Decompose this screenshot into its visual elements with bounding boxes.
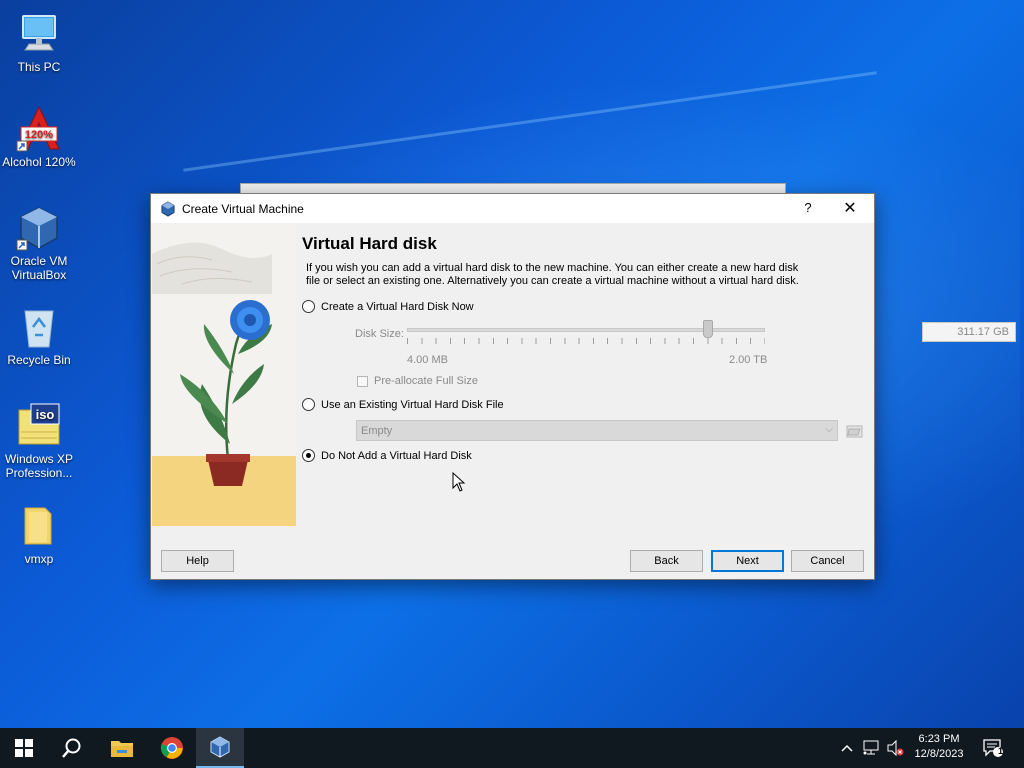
virtualbox-icon	[210, 736, 230, 758]
preallocate-checkbox[interactable]	[357, 375, 368, 387]
network-tray-button[interactable]	[860, 728, 882, 768]
clock-date: 12/8/2023	[914, 748, 964, 760]
taskbar: 6:23 PM 12/8/2023 1	[0, 728, 1024, 768]
clock-time: 6:23 PM	[918, 733, 960, 745]
disk-size-max-label: 2.00 TB	[729, 354, 768, 366]
desktop-icon-windows-xp-iso[interactable]: iso Windows XP Profession...	[2, 402, 76, 480]
virtualbox-icon	[15, 204, 63, 252]
start-button[interactable]	[0, 728, 48, 768]
desktop-icon-recycle-bin[interactable]: Recycle Bin	[2, 303, 76, 367]
existing-disk-select[interactable]: Empty ⌵	[356, 420, 838, 441]
desktop-icon-vmxp[interactable]: vmxp	[2, 502, 76, 566]
desktop-icon-label: Oracle VM VirtualBox	[10, 254, 68, 282]
network-icon	[863, 740, 879, 755]
recycle-bin-icon	[15, 303, 63, 351]
option-create-disk-now[interactable]: Create a Virtual Hard Disk Now	[302, 300, 474, 313]
notification-count: 1	[998, 746, 1004, 756]
help-dialog-button[interactable]: Help	[161, 550, 234, 572]
search-icon	[62, 738, 81, 758]
virtualbox-icon	[160, 200, 176, 217]
disk-size-label: Disk Size:	[355, 328, 404, 340]
dialog-titlebar[interactable]: Create Virtual Machine ? ✕	[151, 194, 874, 223]
iso-file-icon: iso	[15, 402, 63, 450]
radio-use-existing[interactable]	[302, 398, 315, 411]
option-label: Create a Virtual Hard Disk Now	[321, 300, 474, 313]
chrome-button[interactable]	[148, 728, 196, 768]
cancel-button[interactable]: Cancel	[791, 550, 864, 572]
slider-ticks	[407, 338, 765, 344]
help-button[interactable]: ?	[798, 200, 818, 215]
this-pc-icon	[15, 10, 63, 58]
mouse-cursor-icon	[452, 471, 466, 492]
chevron-up-icon	[841, 744, 853, 752]
back-button[interactable]: Back	[630, 550, 703, 572]
volume-tray-button[interactable]	[884, 728, 906, 768]
folder-open-icon	[846, 425, 863, 438]
svg-text:120%: 120%	[25, 129, 53, 141]
file-explorer-icon	[111, 741, 133, 757]
slider-thumb[interactable]	[702, 320, 713, 338]
preallocate-option[interactable]: Pre-allocate Full Size	[357, 375, 478, 387]
volume-muted-icon	[887, 740, 904, 756]
chrome-icon	[160, 737, 183, 759]
desktop-icon-this-pc[interactable]: This PC	[2, 10, 76, 74]
page-title: Virtual Hard disk	[302, 234, 437, 253]
preallocate-label: Pre-allocate Full Size	[374, 375, 478, 387]
choose-disk-file-button[interactable]	[846, 422, 863, 439]
next-button[interactable]: Next	[711, 550, 784, 572]
start-icon	[15, 739, 33, 757]
existing-disk-value: Empty	[361, 425, 393, 437]
close-button[interactable]: ✕	[840, 198, 860, 218]
page-description: If you wish you can add a virtual hard d…	[306, 262, 799, 287]
desktop-icon-label: Recycle Bin	[7, 353, 71, 367]
taskbar-clock[interactable]: 6:23 PM 12/8/2023	[906, 732, 972, 762]
wizard-illustration	[152, 224, 296, 526]
disk-size-input[interactable]: 311.17 GB	[922, 322, 1016, 342]
folder-icon	[15, 502, 63, 550]
desktop-icon-alcohol[interactable]: 120% Alcohol 120%	[2, 105, 76, 169]
option-use-existing-disk[interactable]: Use an Existing Virtual Hard Disk File	[302, 398, 504, 411]
dialog-footer: Help Back Next Cancel	[151, 539, 874, 579]
search-button[interactable]	[48, 728, 96, 768]
desktop-icon-label: This PC	[17, 60, 61, 74]
radio-create-now[interactable]	[302, 300, 315, 313]
option-label: Do Not Add a Virtual Hard Disk	[321, 449, 472, 462]
dialog-title: Create Virtual Machine	[182, 201, 304, 216]
disk-size-min-label: 4.00 MB	[407, 354, 448, 366]
file-explorer-button[interactable]	[98, 728, 146, 768]
desktop-icon-label: vmxp	[24, 552, 54, 566]
desktop-icon-label: Alcohol 120%	[2, 155, 76, 169]
option-do-not-add-disk[interactable]: Do Not Add a Virtual Hard Disk	[302, 449, 472, 462]
create-vm-dialog: Create Virtual Machine ? ✕ Virtual Hard …	[150, 193, 1016, 580]
virtualbox-taskbar-button[interactable]	[196, 728, 244, 768]
option-label: Use an Existing Virtual Hard Disk File	[321, 398, 504, 411]
radio-do-not-add[interactable]	[302, 449, 315, 462]
chevron-down-icon: ⌵	[825, 424, 833, 435]
action-center-button[interactable]: 1	[980, 728, 1006, 768]
desktop-icon-virtualbox[interactable]: Oracle VM VirtualBox	[2, 204, 76, 282]
show-hidden-icons-button[interactable]	[838, 728, 856, 768]
svg-text:iso: iso	[36, 407, 55, 422]
desktop-icon-label: Windows XP Profession...	[4, 452, 74, 480]
alcohol-icon: 120%	[15, 105, 63, 153]
